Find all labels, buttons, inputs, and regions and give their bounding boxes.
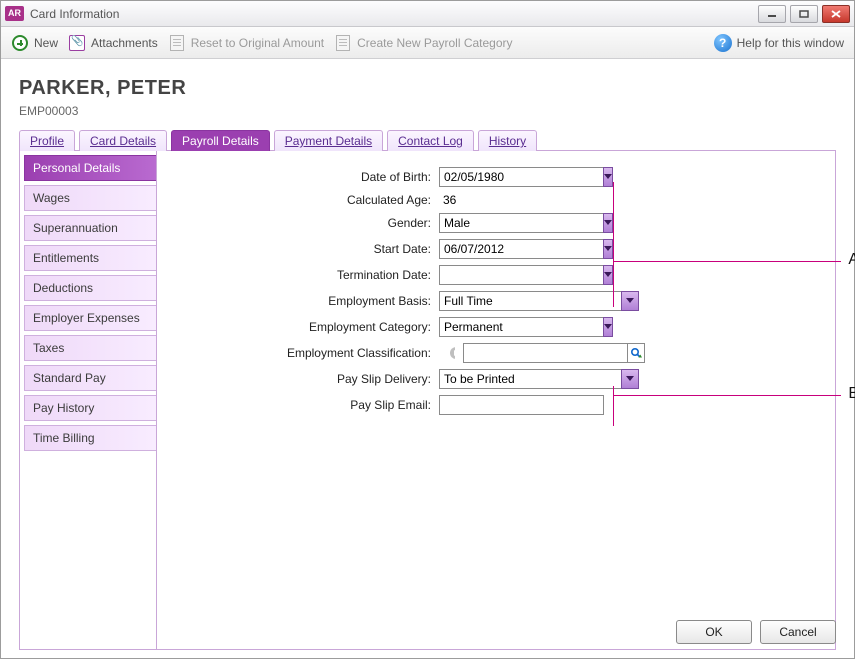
employment-classification-label: Employment Classification: <box>169 346 439 360</box>
tab-history[interactable]: History <box>478 130 537 151</box>
chevron-down-icon <box>604 272 612 278</box>
side-tab-standard-pay[interactable]: Standard Pay <box>24 365 156 391</box>
dob-dropdown-button[interactable] <box>603 167 613 187</box>
employment-category-dropdown-button[interactable] <box>603 317 613 337</box>
chevron-down-icon <box>626 298 634 304</box>
start-date-label: Start Date: <box>169 242 439 256</box>
create-payroll-category-button: Create New Payroll Category <box>334 34 512 52</box>
side-tab-superannuation[interactable]: Superannuation <box>24 215 156 241</box>
tab-card-details[interactable]: Card Details <box>79 130 167 151</box>
app-badge: AR <box>5 6 24 21</box>
create-payroll-label: Create New Payroll Category <box>357 36 512 50</box>
arrow-right-circle-icon <box>449 346 455 360</box>
reset-to-original-button: Reset to Original Amount <box>168 34 324 52</box>
chevron-down-icon <box>604 220 612 226</box>
callout-b: B <box>613 395 841 396</box>
help-link-label: Help for this window <box>737 36 844 50</box>
callout-b-letter: B <box>848 385 855 403</box>
reset-button-label: Reset to Original Amount <box>191 36 324 50</box>
side-tab-strip: Personal Details Wages Superannuation En… <box>20 151 156 649</box>
card-code: EMP00003 <box>19 104 836 118</box>
help-link[interactable]: ? Help for this window <box>714 34 844 52</box>
employment-category-label: Employment Category: <box>169 320 439 334</box>
start-date-input[interactable] <box>439 239 604 259</box>
chevron-down-icon <box>626 376 634 382</box>
dob-label: Date of Birth: <box>169 170 439 184</box>
document-icon <box>334 34 352 52</box>
gender-label: Gender: <box>169 216 439 230</box>
side-tab-employer-expenses[interactable]: Employer Expenses <box>24 305 156 331</box>
callout-a-letter: A <box>848 251 855 269</box>
employment-basis-label: Employment Basis: <box>169 294 439 308</box>
employment-category-select[interactable] <box>439 317 604 337</box>
card-name-heading: PARKER, PETER <box>19 77 836 100</box>
gender-select[interactable] <box>439 213 604 233</box>
side-tab-wages[interactable]: Wages <box>24 185 156 211</box>
payslip-delivery-label: Pay Slip Delivery: <box>169 372 439 386</box>
chevron-down-icon <box>604 324 612 330</box>
close-button[interactable] <box>822 5 850 23</box>
ok-button[interactable]: OK <box>676 620 752 644</box>
payslip-email-input[interactable] <box>439 395 604 415</box>
calculated-age-label: Calculated Age: <box>169 193 439 207</box>
help-icon: ? <box>714 34 732 52</box>
side-tab-taxes[interactable]: Taxes <box>24 335 156 361</box>
top-tab-strip: Profile Card Details Payroll Details Pay… <box>19 130 836 151</box>
employment-classification-input[interactable] <box>463 343 628 363</box>
employment-basis-select[interactable] <box>439 291 622 311</box>
paperclip-icon <box>68 34 86 52</box>
minimize-button[interactable] <box>758 5 786 23</box>
footer-buttons: OK Cancel <box>676 620 836 644</box>
personal-details-form: Date of Birth: Calculated Age: 36 Gender… <box>156 151 835 649</box>
tab-contact-log[interactable]: Contact Log <box>387 130 474 151</box>
termination-date-input[interactable] <box>439 265 604 285</box>
classification-lookup-button[interactable] <box>443 344 461 362</box>
classification-search-button[interactable] <box>627 343 645 363</box>
payslip-email-label: Pay Slip Email: <box>169 398 439 412</box>
tab-payroll-details[interactable]: Payroll Details <box>171 130 270 151</box>
window-control-buttons <box>758 5 850 23</box>
tab-payment-details[interactable]: Payment Details <box>274 130 383 151</box>
dob-input[interactable] <box>439 167 604 187</box>
new-button[interactable]: New <box>11 34 58 52</box>
payslip-delivery-select[interactable] <box>439 369 622 389</box>
cancel-button[interactable]: Cancel <box>760 620 836 644</box>
side-tab-pay-history[interactable]: Pay History <box>24 395 156 421</box>
attachments-button-label: Attachments <box>91 36 158 50</box>
attachments-button[interactable]: Attachments <box>68 34 158 52</box>
title-bar: AR Card Information <box>1 1 854 27</box>
maximize-button[interactable] <box>790 5 818 23</box>
gender-dropdown-button[interactable] <box>603 213 613 233</box>
side-tab-entitlements[interactable]: Entitlements <box>24 245 156 271</box>
content-area: PARKER, PETER EMP00003 Profile Card Deta… <box>1 59 854 658</box>
start-date-dropdown-button[interactable] <box>603 239 613 259</box>
chevron-down-icon <box>604 174 612 180</box>
chevron-down-icon <box>604 246 612 252</box>
calculated-age-value: 36 <box>439 193 639 207</box>
toolbar: New Attachments Reset to Original Amount… <box>1 27 854 59</box>
tab-profile[interactable]: Profile <box>19 130 75 151</box>
side-tab-deductions[interactable]: Deductions <box>24 275 156 301</box>
close-icon <box>831 10 841 18</box>
new-button-label: New <box>34 36 58 50</box>
maximize-icon <box>799 10 809 18</box>
minimize-icon <box>767 10 777 18</box>
termination-date-dropdown-button[interactable] <box>603 265 613 285</box>
side-tab-time-billing[interactable]: Time Billing <box>24 425 156 451</box>
document-icon <box>168 34 186 52</box>
payslip-delivery-dropdown-button[interactable] <box>621 369 639 389</box>
tab-body: Personal Details Wages Superannuation En… <box>19 151 836 650</box>
employment-basis-dropdown-button[interactable] <box>621 291 639 311</box>
search-arrow-icon <box>630 347 642 359</box>
window-title: Card Information <box>30 7 119 21</box>
card-information-window: AR Card Information New Attachments Rese… <box>0 0 855 659</box>
side-tab-personal-details[interactable]: Personal Details <box>24 155 156 181</box>
plus-icon <box>11 34 29 52</box>
termination-date-label: Termination Date: <box>169 268 439 282</box>
callout-a: A <box>613 261 841 262</box>
